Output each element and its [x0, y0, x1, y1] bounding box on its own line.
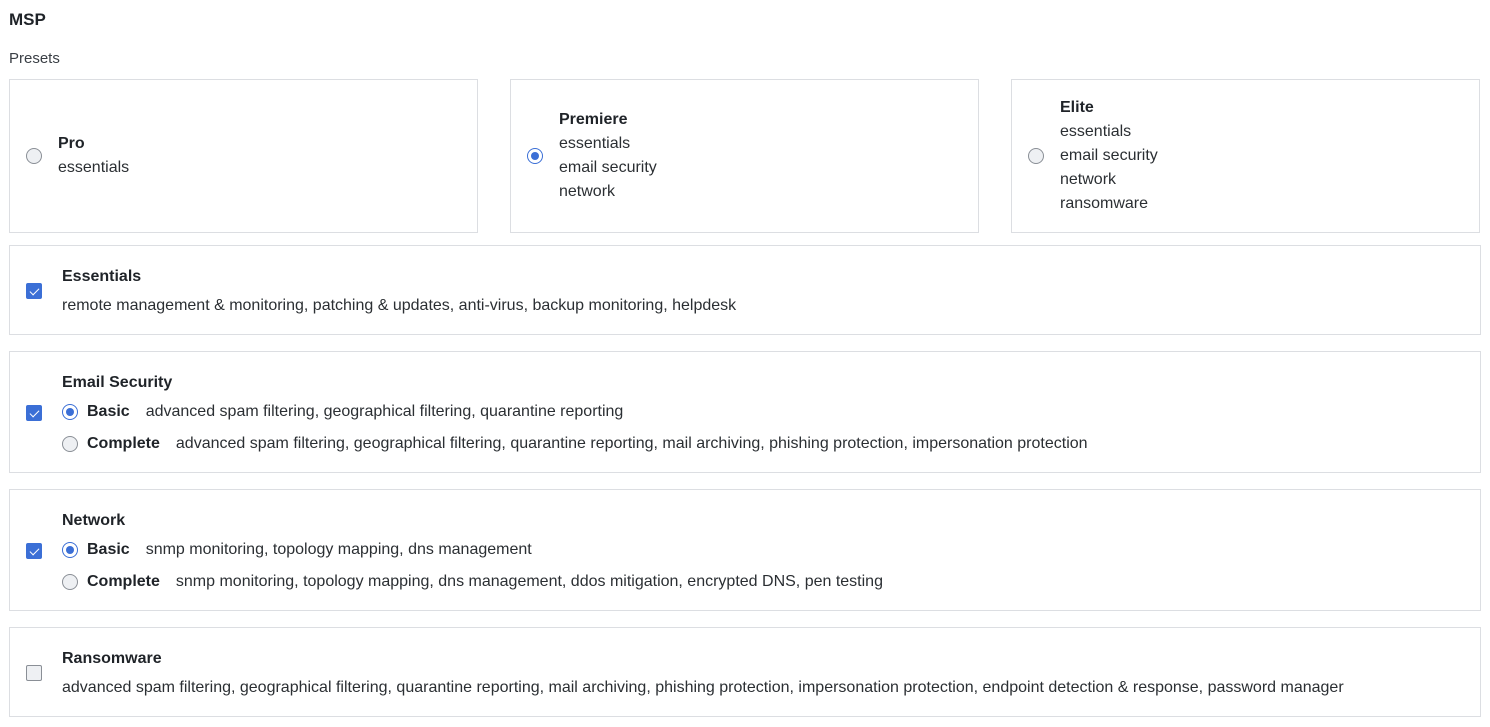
preset-item: email security [559, 159, 657, 176]
tier-radio-complete[interactable] [62, 574, 78, 590]
tier-option-basic[interactable]: Basic advanced spam filtering, geographi… [62, 403, 623, 421]
tier-option-complete[interactable]: Complete advanced spam filtering, geogra… [62, 435, 1088, 453]
ransomware-checkbox[interactable] [26, 665, 42, 681]
preset-card-pro[interactable]: Pro essentials [9, 79, 478, 233]
preset-item: network [1060, 171, 1117, 188]
preset-radio-pro[interactable] [26, 148, 42, 164]
preset-radio-elite[interactable] [1028, 148, 1044, 164]
preset-item: network [559, 183, 616, 200]
tier-radio-complete[interactable] [62, 436, 78, 452]
tier-name: Complete [87, 573, 160, 590]
module-title: Email Security [62, 374, 173, 391]
preset-card-elite[interactable]: Elite essentials email security network … [1011, 79, 1480, 233]
tier-radio-basic[interactable] [62, 404, 78, 420]
tier-description: snmp monitoring, topology mapping, dns m… [175, 573, 883, 590]
preset-radio-premiere[interactable] [527, 148, 543, 164]
tier-name: Basic [87, 403, 130, 420]
module-description: advanced spam filtering, geographical fi… [62, 679, 1344, 696]
tier-name: Complete [87, 435, 160, 452]
tier-radio-basic[interactable] [62, 542, 78, 558]
email-security-checkbox[interactable] [26, 405, 42, 421]
preset-item: essentials [58, 159, 130, 176]
tier-option-complete[interactable]: Complete snmp monitoring, topology mappi… [62, 573, 883, 591]
tier-description: snmp monitoring, topology mapping, dns m… [145, 541, 532, 558]
preset-name: Pro [58, 135, 85, 152]
module-essentials: Essentials remote management & monitorin… [9, 245, 1481, 335]
network-checkbox[interactable] [26, 543, 42, 559]
preset-item: email security [1060, 147, 1158, 164]
module-title: Ransomware [62, 650, 162, 667]
preset-item: essentials [1060, 123, 1132, 140]
module-title: Network [62, 512, 126, 529]
preset-item: essentials [559, 135, 631, 152]
tier-option-basic[interactable]: Basic snmp monitoring, topology mapping,… [62, 541, 532, 559]
presets-label: Presets [9, 50, 60, 67]
page-title: MSP [9, 10, 46, 29]
tier-name: Basic [87, 541, 130, 558]
module-description: remote management & monitoring, patching… [62, 297, 737, 314]
module-email-security: Email Security Basic advanced spam filte… [9, 351, 1481, 473]
preset-card-premiere[interactable]: Premiere essentials email security netwo… [510, 79, 979, 233]
tier-description: advanced spam filtering, geographical fi… [145, 403, 624, 420]
preset-name: Premiere [559, 111, 628, 128]
preset-name: Elite [1060, 99, 1094, 116]
preset-item: ransomware [1060, 195, 1149, 212]
tier-description: advanced spam filtering, geographical fi… [175, 435, 1088, 452]
module-network: Network Basic snmp monitoring, topology … [9, 489, 1481, 611]
essentials-checkbox[interactable] [26, 283, 42, 299]
module-ransomware: Ransomware advanced spam filtering, geog… [9, 627, 1481, 717]
module-title: Essentials [62, 268, 142, 285]
